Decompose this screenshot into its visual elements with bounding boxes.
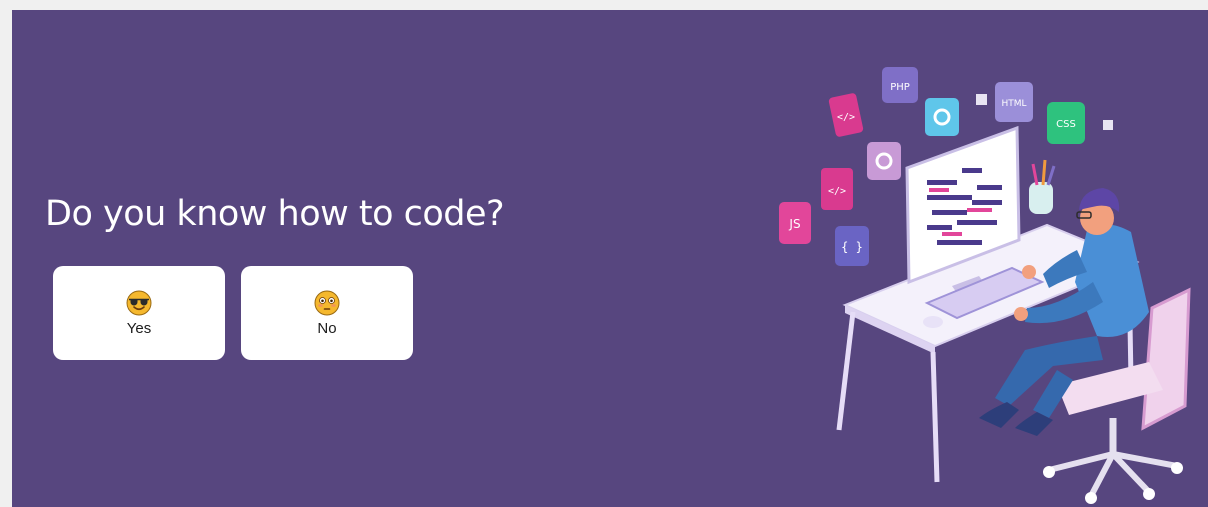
php-badge: PHP: [882, 67, 918, 103]
tag-badge-top: </>: [828, 93, 864, 137]
mouse: [923, 316, 943, 328]
settings-badge-pink: [867, 142, 901, 180]
svg-text:</>: </>: [837, 112, 855, 123]
svg-text:{ }: { }: [841, 240, 863, 254]
question-title: Do you know how to code?: [45, 194, 505, 234]
css-badge: CSS: [1047, 102, 1085, 144]
yes-label: Yes: [126, 319, 152, 337]
svg-text:</>: </>: [828, 186, 846, 197]
tag-badge-middle: </>: [821, 168, 853, 210]
pen-cup: [1029, 159, 1056, 214]
sunglasses-face-icon: [126, 290, 152, 315]
braces-badge: { }: [835, 226, 869, 266]
no-button[interactable]: No: [241, 266, 413, 360]
settings-badge-blue: [925, 98, 959, 136]
js-badge: JS: [779, 202, 811, 244]
square-dot: [1103, 120, 1113, 130]
square-dot: [976, 94, 987, 105]
yes-button[interactable]: Yes: [53, 266, 225, 360]
answer-options: Yes No: [53, 266, 413, 360]
svg-text:HTML: HTML: [1001, 99, 1026, 109]
html-badge: HTML: [995, 82, 1033, 122]
quiz-panel: Do you know how to code? Yes No </> PHP …: [12, 10, 1208, 507]
svg-text:PHP: PHP: [890, 82, 910, 93]
svg-text:CSS: CSS: [1056, 119, 1076, 130]
no-label: No: [317, 319, 337, 337]
svg-text:JS: JS: [788, 217, 800, 231]
flushed-face-icon: [314, 290, 340, 315]
developer-illustration: </> PHP HTML CSS </> JS {}: [779, 67, 1191, 504]
